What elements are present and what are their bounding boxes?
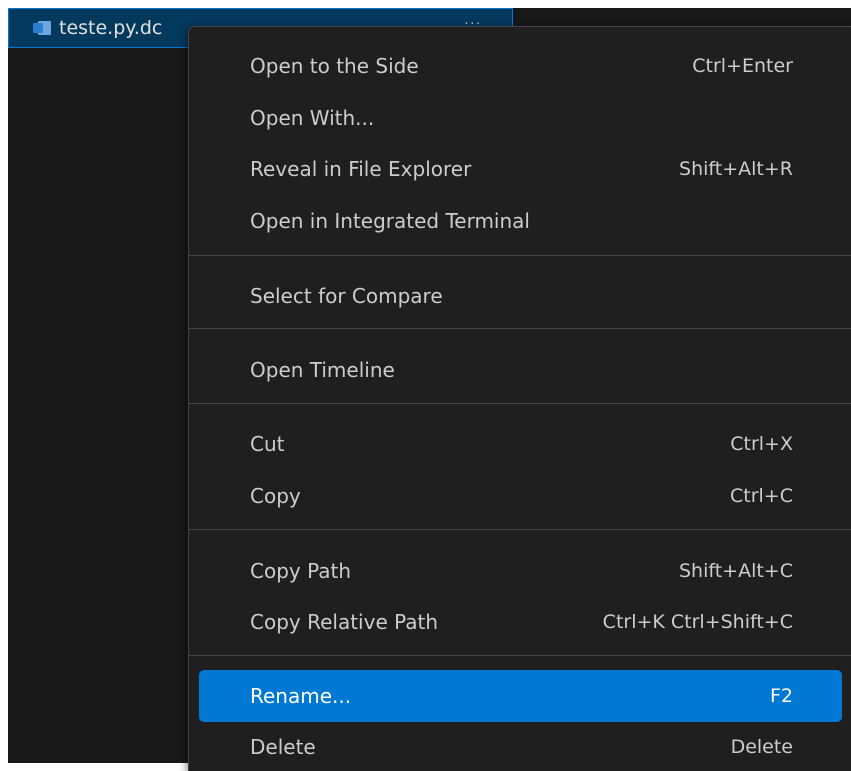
menu-item-shortcut: Ctrl+C: [730, 485, 793, 507]
menu-item-label: Copy: [250, 484, 301, 508]
menu-item-label: Copy Relative Path: [250, 610, 439, 634]
menu-separator: [189, 328, 851, 329]
menu-item-open-timeline[interactable]: Open Timeline: [199, 344, 842, 396]
menu-item-label: Copy Path: [250, 559, 352, 583]
menu-item-shortcut: Ctrl+Enter: [692, 55, 793, 77]
menu-item-open-in-integrated-terminal[interactable]: Open in Integrated Terminal: [199, 195, 842, 247]
menu-item-shortcut: Ctrl+X: [730, 433, 793, 455]
menu-item-delete[interactable]: Delete Delete: [199, 721, 842, 771]
menu-item-rename[interactable]: Rename... F2: [199, 670, 842, 722]
menu-item-label: Select for Compare: [250, 284, 443, 308]
menu-item-copy-path[interactable]: Copy Path Shift+Alt+C: [199, 545, 842, 597]
more-actions-icon[interactable]: ...: [465, 13, 482, 27]
menu-item-cut[interactable]: Cut Ctrl+X: [199, 418, 842, 470]
menu-item-label: Rename...: [250, 684, 352, 708]
context-menu: Open to the Side Ctrl+Enter Open With...…: [188, 26, 851, 771]
menu-item-label: Delete: [250, 735, 316, 759]
menu-item-shortcut: F2: [769, 685, 793, 707]
menu-item-shortcut: Delete: [730, 736, 793, 758]
screenshot-stage: teste.py.dc ... Open to the Side Ctrl+En…: [0, 0, 851, 771]
menu-separator: [189, 255, 851, 256]
menu-item-label: Cut: [250, 432, 285, 456]
menu-separator: [189, 655, 851, 656]
menu-item-select-for-compare[interactable]: Select for Compare: [199, 270, 842, 322]
menu-item-label: Open in Integrated Terminal: [250, 209, 530, 233]
file-name: teste.py.dc: [59, 17, 163, 39]
menu-item-label: Open With...: [250, 106, 375, 130]
menu-item-copy[interactable]: Copy Ctrl+C: [199, 470, 842, 522]
menu-item-shortcut: Shift+Alt+C: [678, 560, 793, 582]
menu-item-shortcut: Shift+Alt+R: [679, 158, 793, 180]
menu-separator: [189, 529, 851, 530]
menu-item-shortcut: Ctrl+K Ctrl+Shift+C: [602, 611, 793, 633]
menu-separator: [189, 403, 851, 404]
menu-item-label: Reveal in File Explorer: [250, 157, 472, 181]
menu-item-label: Open to the Side: [250, 54, 419, 78]
menu-item-copy-relative-path[interactable]: Copy Relative Path Ctrl+K Ctrl+Shift+C: [199, 596, 842, 648]
menu-item-reveal-in-file-explorer[interactable]: Reveal in File Explorer Shift+Alt+R: [199, 143, 842, 195]
menu-item-open-to-the-side[interactable]: Open to the Side Ctrl+Enter: [199, 40, 842, 92]
menu-item-label: Open Timeline: [250, 358, 395, 382]
menu-item-open-with[interactable]: Open With...: [199, 92, 842, 144]
word-document-icon: [33, 20, 51, 36]
